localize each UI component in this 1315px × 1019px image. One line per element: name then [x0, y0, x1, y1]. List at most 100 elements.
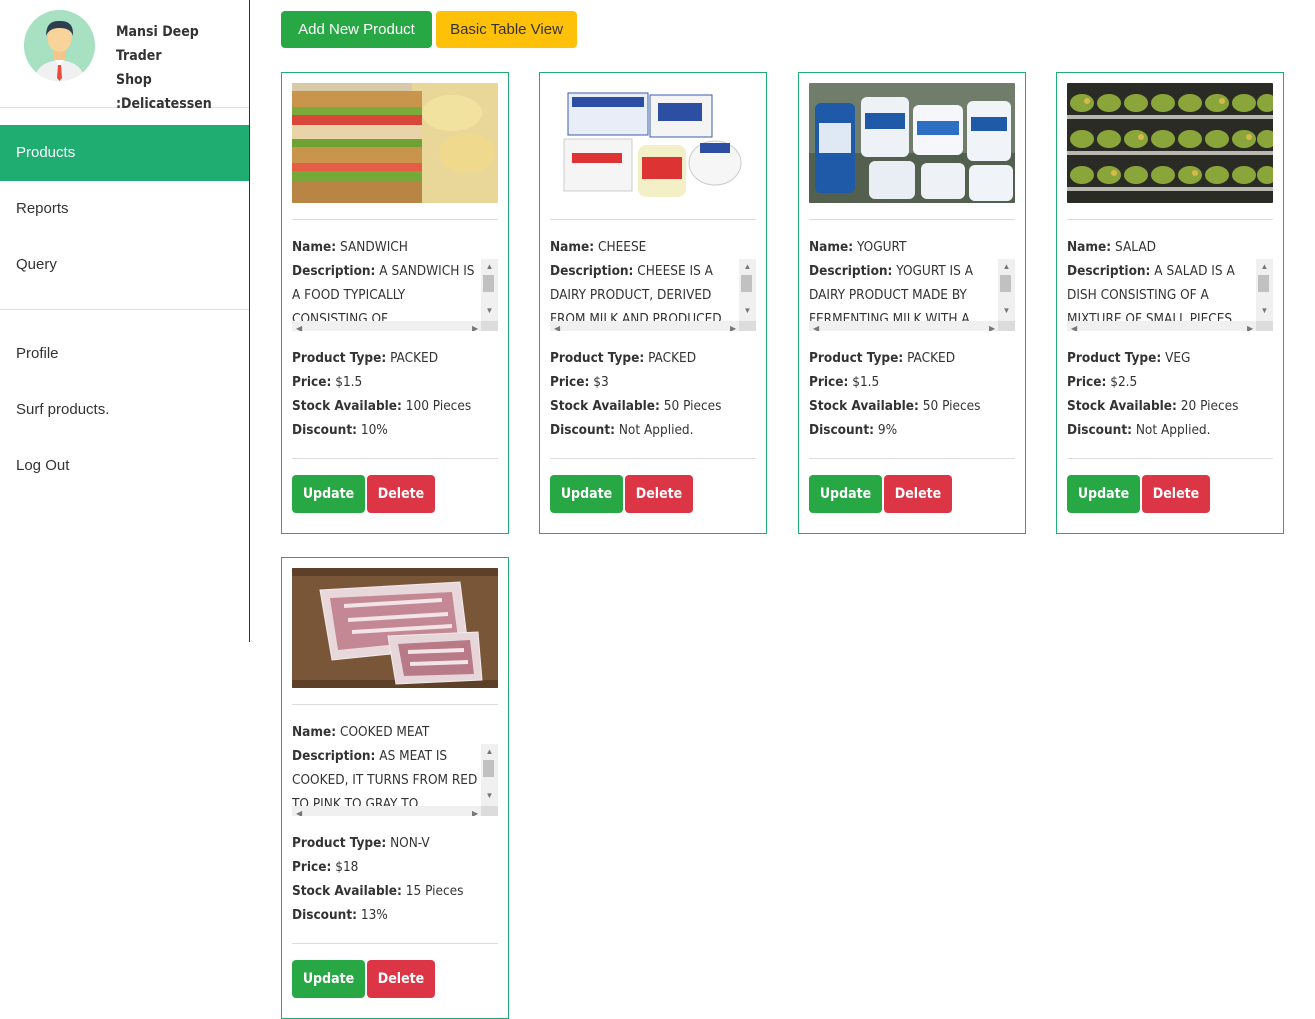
vertical-scrollbar[interactable]: ▲ ▼	[1256, 259, 1273, 321]
scroll-left-arrow-icon[interactable]: ◀	[813, 321, 819, 331]
scroll-up-arrow-icon[interactable]: ▲	[481, 746, 498, 758]
horizontal-scrollbar[interactable]: ◀ ▶	[809, 321, 1015, 331]
product-price: $3	[593, 374, 609, 390]
delete-button[interactable]: Delete	[367, 960, 435, 998]
nav-item-reports[interactable]: Reports	[0, 181, 249, 237]
scroll-up-arrow-icon[interactable]: ▲	[739, 261, 756, 273]
product-meta: Product Type: NON-V Price: $18 Stock Ava…	[292, 831, 498, 927]
horizontal-scrollbar[interactable]: ◀ ▶	[550, 321, 756, 331]
price-line: Price: $1.5	[809, 370, 1015, 394]
vertical-scrollbar[interactable]: ▲ ▼	[481, 744, 498, 806]
scroll-corner	[998, 321, 1015, 331]
scroll-left-arrow-icon[interactable]: ◀	[296, 806, 302, 816]
price-line: Price: $18	[292, 855, 498, 879]
delete-button[interactable]: Delete	[1142, 475, 1210, 513]
update-button[interactable]: Update	[1067, 475, 1140, 513]
scroll-thumb[interactable]	[1000, 275, 1011, 292]
nav-item-surf-products[interactable]: Surf products.	[0, 382, 249, 438]
user-profile-header: Mansi Deep Trader Shop :Delicatessen	[0, 0, 249, 112]
discount-line: Discount: 9%	[809, 418, 1015, 442]
stock-line: Stock Available: 20 Pieces	[1067, 394, 1273, 418]
user-name: Mansi Deep	[116, 24, 199, 40]
vertical-scrollbar[interactable]: ▲ ▼	[998, 259, 1015, 321]
product-name-line: Name: COOKED MEAT	[292, 720, 498, 744]
scroll-up-arrow-icon[interactable]: ▲	[1256, 261, 1273, 273]
horizontal-scrollbar[interactable]: ◀ ▶	[292, 321, 498, 331]
scroll-right-arrow-icon[interactable]: ▶	[1247, 321, 1253, 331]
card-actions: Update Delete	[550, 475, 756, 513]
description-scroll-box[interactable]: Description: CHEESE IS A DAIRY PRODUCT, …	[550, 259, 756, 331]
stock-label: Stock Available:	[550, 398, 660, 414]
product-price: $1.5	[335, 374, 363, 390]
card-divider	[1067, 219, 1273, 220]
scroll-thumb[interactable]	[483, 275, 494, 292]
price-line: Price: $2.5	[1067, 370, 1273, 394]
card-actions: Update Delete	[292, 960, 498, 998]
product-type: NON-V	[390, 835, 430, 851]
delete-button[interactable]: Delete	[884, 475, 952, 513]
discount-label: Discount:	[292, 422, 357, 438]
horizontal-scrollbar[interactable]: ◀ ▶	[1067, 321, 1273, 331]
scroll-right-arrow-icon[interactable]: ▶	[730, 321, 736, 331]
type-label: Product Type:	[292, 835, 387, 851]
description-scroll-box[interactable]: Description: AS MEAT IS COOKED, IT TURNS…	[292, 744, 498, 816]
description-label: Description:	[292, 263, 376, 279]
description-label: Description:	[292, 748, 376, 764]
update-button[interactable]: Update	[809, 475, 882, 513]
delete-button[interactable]: Delete	[367, 475, 435, 513]
update-button[interactable]: Update	[292, 475, 365, 513]
scroll-thumb[interactable]	[483, 760, 494, 777]
scroll-right-arrow-icon[interactable]: ▶	[989, 321, 995, 331]
scroll-left-arrow-icon[interactable]: ◀	[554, 321, 560, 331]
nav-item-logout[interactable]: Log Out	[0, 438, 249, 494]
discount-line: Discount: Not Applied.	[550, 418, 756, 442]
discount-line: Discount: Not Applied.	[1067, 418, 1273, 442]
description-scroll-box[interactable]: Description: A SANDWICH IS A FOOD TYPICA…	[292, 259, 498, 331]
scroll-up-arrow-icon[interactable]: ▲	[998, 261, 1015, 273]
scroll-up-arrow-icon[interactable]: ▲	[481, 261, 498, 273]
product-meta: Product Type: PACKED Price: $3 Stock Ava…	[550, 346, 756, 442]
card-divider	[550, 458, 756, 459]
vertical-scrollbar[interactable]: ▲ ▼	[739, 259, 756, 321]
scroll-right-arrow-icon[interactable]: ▶	[472, 806, 478, 816]
price-label: Price:	[292, 859, 332, 875]
vertical-scrollbar[interactable]: ▲ ▼	[481, 259, 498, 321]
nav-item-products[interactable]: Products	[0, 125, 249, 181]
description-scroll-box[interactable]: Description: YOGURT IS A DAIRY PRODUCT M…	[809, 259, 1015, 331]
card-divider	[292, 943, 498, 944]
card-divider	[292, 219, 498, 220]
scroll-down-arrow-icon[interactable]: ▼	[481, 790, 498, 802]
stock-line: Stock Available: 15 Pieces	[292, 879, 498, 903]
stock-line: Stock Available: 50 Pieces	[550, 394, 756, 418]
type-label: Product Type:	[550, 350, 645, 366]
scroll-down-arrow-icon[interactable]: ▼	[739, 305, 756, 317]
product-meta: Product Type: PACKED Price: $1.5 Stock A…	[809, 346, 1015, 442]
price-label: Price:	[292, 374, 332, 390]
product-type-line: Product Type: PACKED	[550, 346, 756, 370]
card-actions: Update Delete	[809, 475, 1015, 513]
scroll-left-arrow-icon[interactable]: ◀	[1071, 321, 1077, 331]
product-image	[550, 83, 756, 203]
nav-item-profile[interactable]: Profile	[0, 326, 249, 382]
name-label: Name:	[292, 239, 337, 255]
basic-table-view-button[interactable]: Basic Table View	[436, 11, 577, 48]
type-label: Product Type:	[809, 350, 904, 366]
update-button[interactable]: Update	[550, 475, 623, 513]
scroll-right-arrow-icon[interactable]: ▶	[472, 321, 478, 331]
update-button[interactable]: Update	[292, 960, 365, 998]
scroll-down-arrow-icon[interactable]: ▼	[1256, 305, 1273, 317]
scroll-left-arrow-icon[interactable]: ◀	[296, 321, 302, 331]
scroll-down-arrow-icon[interactable]: ▼	[998, 305, 1015, 317]
nav-item-query[interactable]: Query	[0, 237, 249, 293]
stock-label: Stock Available:	[1067, 398, 1177, 414]
scroll-thumb[interactable]	[1258, 275, 1269, 292]
scroll-thumb[interactable]	[741, 275, 752, 292]
scroll-down-arrow-icon[interactable]: ▼	[481, 305, 498, 317]
discount-line: Discount: 13%	[292, 903, 498, 927]
main-nav: Products Reports Query	[0, 125, 249, 293]
horizontal-scrollbar[interactable]: ◀ ▶	[292, 806, 498, 816]
description-scroll-box[interactable]: Description: A SALAD IS A DISH CONSISTIN…	[1067, 259, 1273, 331]
delete-button[interactable]: Delete	[625, 475, 693, 513]
type-label: Product Type:	[292, 350, 387, 366]
add-new-product-button[interactable]: Add New Product	[281, 11, 432, 48]
